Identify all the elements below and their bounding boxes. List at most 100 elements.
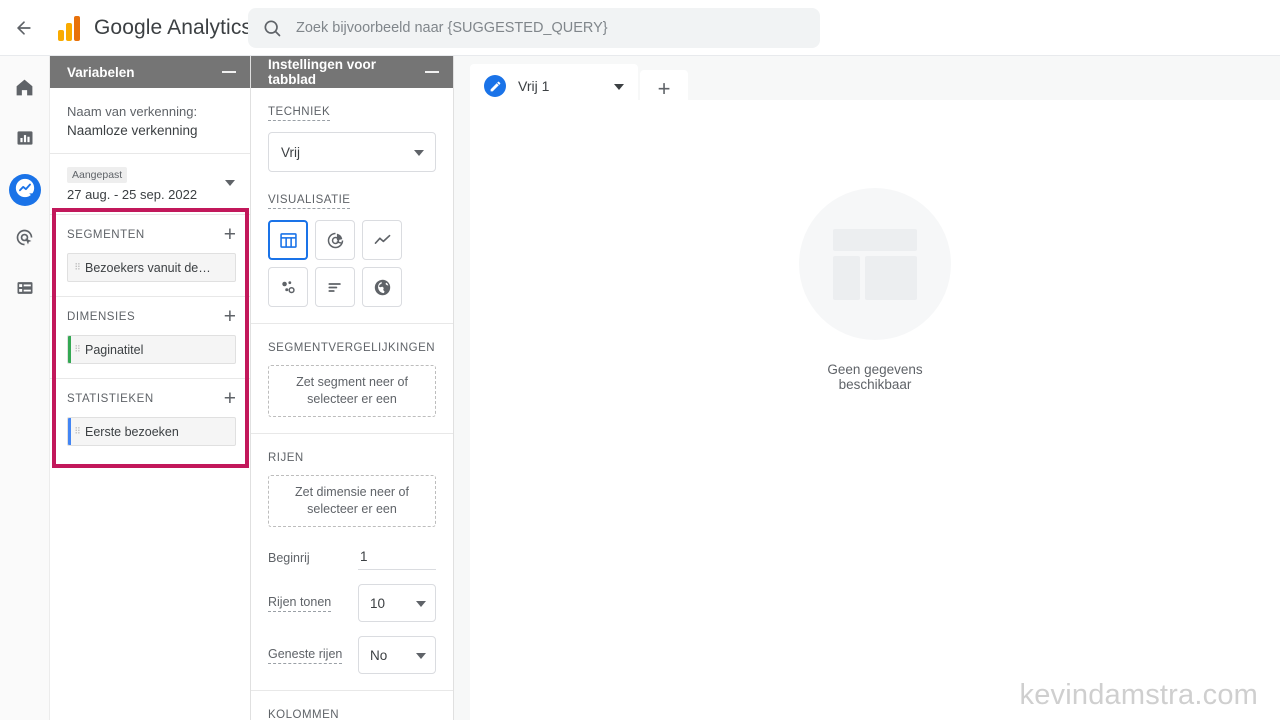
visualisation-label: VISUALISATIE [268,194,351,209]
search-placeholder: Zoek bijvoorbeeld naar {SUGGESTED_QUERY} [296,20,608,36]
start-row-field: Beginrij [268,545,436,570]
segments-section-header: SEGMENTEN + [67,224,236,245]
back-icon[interactable] [4,8,44,48]
chevron-down-icon [414,150,424,156]
nested-rows-value: No [370,647,388,663]
exploration-name-block[interactable]: Naam van verkenning: Naamloze verkenning [50,88,250,154]
chevron-down-icon[interactable] [614,84,624,90]
variables-panel-header: Variabelen [50,56,250,88]
show-rows-label: Rijen tonen [268,595,332,612]
google-analytics-explore-page: Google Analytics Zoek bijvoorbeeld naar … [0,0,1280,720]
minimize-icon[interactable] [425,71,439,73]
viz-option-donut[interactable] [315,220,355,260]
drag-handle-icon[interactable]: ⠿ [71,427,85,436]
brand-title: Google Analytics [94,15,253,39]
dimension-chip[interactable]: ⠿ Paginatitel [67,335,236,364]
empty-state-illustration-icon [799,188,951,340]
metric-chip[interactable]: ⠿ Eerste bezoeken [67,417,236,446]
segments-title: SEGMENTEN [67,229,145,241]
viz-option-line[interactable] [362,220,402,260]
metric-chip-label: Eerste bezoeken [85,424,179,439]
columns-section: KOLOMMEN Zet dimensie neer of selecteer … [251,691,453,720]
exploration-name-value: Naamloze verkenning [67,123,198,138]
left-nav-rail [0,56,50,720]
show-rows-value: 10 [370,595,386,611]
viz-option-geo[interactable] [362,267,402,307]
visualisation-options [268,220,436,307]
segment-comparisons-label: SEGMENTVERGELIJKINGEN [268,342,436,354]
empty-state: Geen gegevens beschikbaar [470,188,1280,392]
rows-dropzone[interactable]: Zet dimensie neer of selecteer er een [268,475,436,527]
drag-handle-icon[interactable]: ⠿ [71,345,85,354]
tab-content-sheet: Geen gegevens beschikbaar [470,100,1280,720]
viz-option-bar[interactable] [315,267,355,307]
segment-chip-label: Bezoekers vanuit de… [85,260,211,275]
viz-option-table[interactable] [268,220,308,260]
bar-chart-icon [15,128,35,153]
rows-section: RIJEN Zet dimensie neer of selecteer er … [251,434,453,691]
minimize-icon[interactable] [222,71,236,73]
drag-handle-icon[interactable]: ⠿ [71,263,85,272]
variables-panel: Variabelen Naam van verkenning: Naamloze… [50,56,251,720]
edit-pencil-icon [484,75,506,97]
chevron-down-icon[interactable] [225,180,235,186]
nested-rows-field: Geneste rijen No [268,636,436,674]
add-dimension-button[interactable]: + [224,306,236,327]
rows-label: RIJEN [268,452,304,464]
empty-state-line2: beschikbaar [838,377,912,392]
dimension-chip-label: Paginatitel [85,342,144,357]
chevron-down-icon [416,601,426,607]
technique-select[interactable]: Vrij [268,132,436,172]
exploration-name-label: Naam van verkenning: [67,104,198,119]
dimensions-title: DIMENSIES [67,311,136,323]
technique-label: TECHNIEK [268,106,331,121]
technique-section: TECHNIEK Vrij [251,88,453,176]
tab-settings-panel: Instellingen voor tabblad TECHNIEK Vrij … [251,56,454,720]
variables-panel-title: Variabelen [67,64,135,80]
watermark: kevindamstra.com [1019,679,1258,711]
google-analytics-logo-icon [58,15,80,41]
chevron-down-icon [416,653,426,659]
tab-label: Vrij 1 [518,78,550,94]
segments-section: SEGMENTEN + ⠿ Bezoekers vanuit de… [50,214,250,296]
search-input[interactable]: Zoek bijvoorbeeld naar {SUGGESTED_QUERY} [248,8,820,48]
empty-state-text: Geen gegevens beschikbaar [827,362,922,392]
segment-chip[interactable]: ⠿ Bezoekers vanuit de… [67,253,236,282]
metrics-title: STATISTIEKEN [67,393,154,405]
tab-settings-panel-title: Instellingen voor tabblad [268,57,377,87]
add-segment-button[interactable]: + [224,224,236,245]
tab-settings-body: TECHNIEK Vrij VISUALISATIE SEGMENTVERGEL… [251,88,453,720]
segment-comparisons-dropzone[interactable]: Zet segment neer of selecteer er een [268,365,436,417]
sidebar-item-reports[interactable] [9,124,41,156]
show-rows-field: Rijen tonen 10 [268,584,436,622]
dimensions-section: DIMENSIES + ⠿ Paginatitel [50,296,250,378]
nested-rows-select[interactable]: No [358,636,436,674]
visualisation-section: VISUALISATIE [251,176,453,324]
sidebar-item-home[interactable] [9,74,41,106]
metrics-section-header: STATISTIEKEN + [67,388,236,409]
date-range-badge: Aangepast [67,167,128,183]
technique-value: Vrij [281,144,300,160]
home-icon [14,77,35,103]
show-rows-select[interactable]: 10 [358,584,436,622]
search-icon [262,18,282,38]
start-row-label: Beginrij [268,550,310,565]
nested-rows-label: Geneste rijen [268,647,343,664]
list-icon [15,278,35,303]
viz-option-scatter[interactable] [268,267,308,307]
explore-icon [14,177,36,204]
sidebar-item-advertising[interactable] [9,224,41,256]
empty-state-line1: Geen gegevens [827,362,923,377]
segment-comparisons-section: SEGMENTVERGELIJKINGEN Zet segment neer o… [251,324,453,434]
target-cursor-icon [14,227,35,253]
start-row-input[interactable] [358,545,436,570]
date-range-value: 27 aug. - 25 sep. 2022 [67,187,198,202]
sidebar-item-library[interactable] [9,274,41,306]
sidebar-item-explore[interactable] [8,174,41,206]
top-bar: Google Analytics Zoek bijvoorbeeld naar … [0,0,1280,56]
date-range-selector[interactable]: Aangepast 27 aug. - 25 sep. 2022 [50,154,250,214]
tab-settings-panel-header: Instellingen voor tabblad [251,56,453,88]
metrics-section: STATISTIEKEN + ⠿ Eerste bezoeken [50,378,250,460]
exploration-canvas: Vrij 1 + Geen gegevens beschikbaar kevin… [454,56,1280,720]
add-metric-button[interactable]: + [224,388,236,409]
